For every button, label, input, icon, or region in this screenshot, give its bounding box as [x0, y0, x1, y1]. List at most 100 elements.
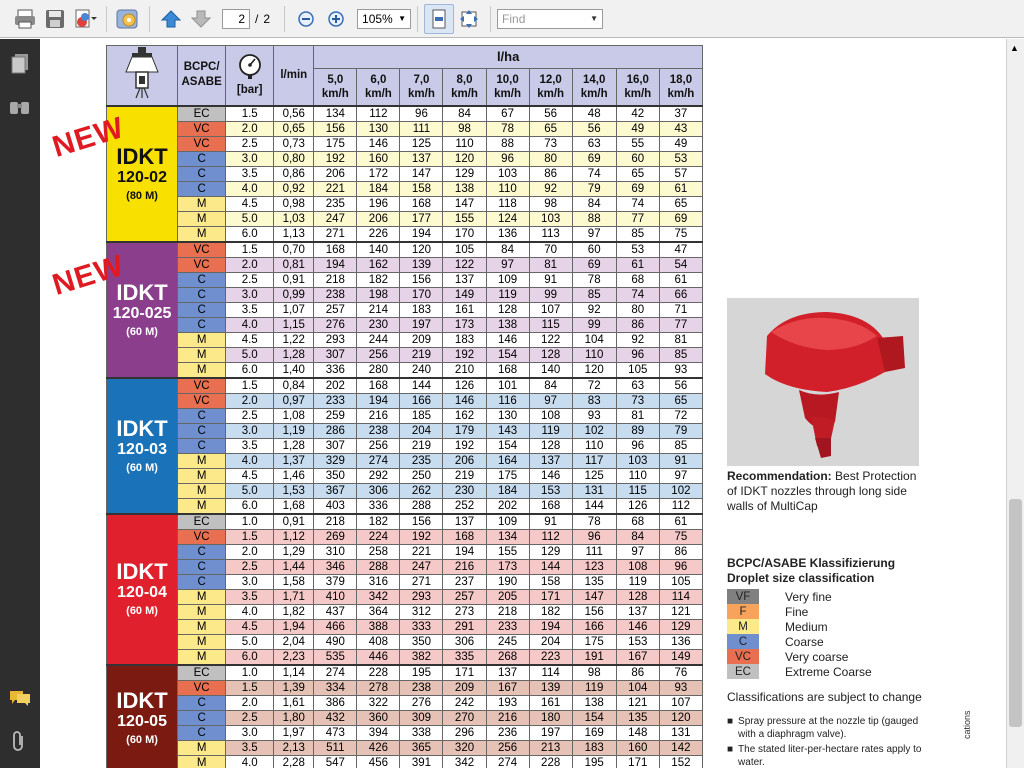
pressure-cell: 5.0 [225, 346, 275, 363]
table-row: IDKT 120-025 (60 M) VC 1.5 0,70 168 140 120 105 84… [105, 240, 704, 378]
table-row: C 3.5 1,28 307 256 219 192 154 128 110 96 85 [107, 437, 704, 454]
rate-cell: 110 [442, 135, 487, 152]
rate-cell: 74 [615, 195, 660, 212]
zoom-select[interactable]: 105% ▼ [357, 8, 412, 29]
pressure-cell: 3.5 [225, 739, 275, 756]
legend-item: F Fine [727, 604, 872, 619]
rate-cell: 123 [571, 558, 617, 575]
scroll-up-icon[interactable]: ▲ [1010, 43, 1019, 53]
table-row: VC 2.0 0,65 156 130 111 98 78 65 56 49 43 [107, 120, 704, 137]
rate-cell: 158 [399, 180, 444, 197]
bookmarks-panel-icon[interactable] [9, 97, 31, 122]
rate-cell: 228 [528, 754, 573, 768]
table-row: C 3.0 1,19 286 238 204 179 143 119 102 89 79 [107, 422, 704, 439]
table-row: C 3.5 0,86 206 172 147 129 103 86 74 65 57 [107, 165, 704, 182]
legend-label: Very fine [785, 589, 832, 604]
find-input[interactable]: Find ▼ [497, 8, 604, 29]
rate-cell: 128 [528, 346, 573, 363]
table-row: C 3.0 1,97 473 394 338 296 236 197 169 148 131 [107, 724, 704, 741]
page-number-input[interactable]: 2 [222, 8, 250, 29]
class-cell: M [177, 346, 227, 363]
speed-unit: km/h [580, 87, 608, 100]
rate-cell: 96 [399, 104, 444, 122]
rate-cell: 84 [528, 376, 573, 394]
next-page-icon[interactable] [186, 4, 216, 34]
lmin-cell: 2,13 [273, 739, 315, 756]
rate-cell: 61 [658, 512, 704, 530]
table-row: IDKT 120-02 (80 M) EC 1.5 0,56 134 112 96 84 67 56 4… [105, 104, 704, 242]
rate-cell: 192 [442, 346, 487, 363]
nozzle-name: IDKT [116, 687, 168, 713]
attachments-icon[interactable] [11, 731, 27, 758]
toolbar-separator [149, 5, 150, 32]
rate-cell: 117 [571, 452, 617, 469]
rate-cell: 97 [658, 467, 704, 484]
rate-cell: 130 [356, 120, 401, 137]
print-icon[interactable] [10, 4, 40, 34]
speed-value: 16,0 [626, 73, 649, 86]
rate-cell: 128 [528, 437, 573, 454]
rate-cell: 147 [399, 165, 444, 182]
class-cell: C [177, 316, 227, 333]
rate-cell: 96 [658, 558, 704, 575]
rate-cell: 219 [399, 437, 444, 454]
rate-cell: 197 [399, 316, 444, 333]
fit-page-icon[interactable] [424, 3, 455, 34]
rate-cell: 183 [399, 301, 444, 318]
rate-cell: 42 [615, 104, 660, 122]
rate-cell: 74 [571, 165, 617, 182]
rate-cell: 56 [571, 120, 617, 137]
speed-header: 6,0 km/h [356, 67, 401, 107]
rate-cell: 258 [356, 543, 401, 560]
speed-unit: km/h [451, 87, 478, 100]
rate-cell: 65 [615, 165, 660, 182]
table-row: M 5.0 1,53 367 306 262 230 184 153 131 115 102 [107, 482, 704, 499]
zoom-in-icon[interactable] [321, 4, 351, 34]
table-row: C 2.0 1,61 386 322 276 242 193 161 138 121 107 [107, 694, 704, 711]
page-separator: / [255, 11, 259, 26]
rate-cell: 92 [528, 180, 573, 197]
scrollbar-thumb[interactable] [1009, 499, 1022, 727]
table-row: M 5.0 2,04 490 408 350 306 245 204 175 153 136 [107, 633, 704, 650]
rate-cell: 224 [356, 528, 401, 545]
pressure-cell: 4.5 [225, 467, 275, 484]
rate-cell: 168 [442, 528, 487, 545]
rate-cell: 269 [313, 528, 358, 545]
rate-cell: 336 [313, 361, 358, 378]
rate-cell: 194 [528, 618, 573, 635]
comments-icon[interactable] [9, 689, 31, 712]
rate-cell: 47 [658, 240, 704, 258]
rate-cell: 114 [658, 588, 704, 605]
rate-cell: 49 [658, 135, 704, 152]
class-cell: C [177, 407, 227, 424]
rate-cell: 198 [356, 286, 401, 303]
rate-cell: 153 [615, 633, 660, 650]
footnotes: ■ Spray pressure at the nozzle tip (gauge… [727, 715, 923, 768]
rate-cell: 437 [313, 603, 358, 620]
speed-unit: km/h [537, 87, 565, 100]
legend-swatch: VF [727, 589, 759, 604]
cloud-settings-icon[interactable] [113, 4, 143, 34]
rate-cell: 310 [313, 543, 358, 560]
vertical-scrollbar[interactable]: ▲ [1006, 39, 1024, 768]
toolbar: 2 / 2 105% ▼ Find ▼ [0, 0, 1024, 38]
rate-cell: 202 [313, 376, 358, 394]
nozzle-mesh: (60 M) [126, 733, 158, 746]
table-row: C 3.0 0,99 238 198 170 149 119 99 85 74 66 [107, 286, 704, 303]
rate-cell: 138 [442, 180, 487, 197]
lmin-cell: 1,07 [273, 301, 315, 318]
class-cell: M [177, 225, 227, 242]
document-tools-icon[interactable] [70, 4, 100, 34]
rate-cell: 286 [313, 422, 358, 439]
fit-width-icon[interactable] [454, 4, 484, 34]
rate-cell: 86 [615, 663, 660, 681]
rate-cell: 154 [571, 709, 617, 726]
rate-cell: 316 [356, 573, 401, 590]
zoom-out-icon[interactable] [291, 4, 321, 34]
rate-cell: 192 [442, 437, 487, 454]
rate-cell: 136 [658, 633, 704, 650]
table-row: M 3.5 2,13 511 426 365 320 256 213 183 160 142 [107, 739, 704, 756]
pages-panel-icon[interactable] [10, 53, 30, 80]
save-icon[interactable] [40, 4, 70, 34]
previous-page-icon[interactable] [156, 4, 186, 34]
